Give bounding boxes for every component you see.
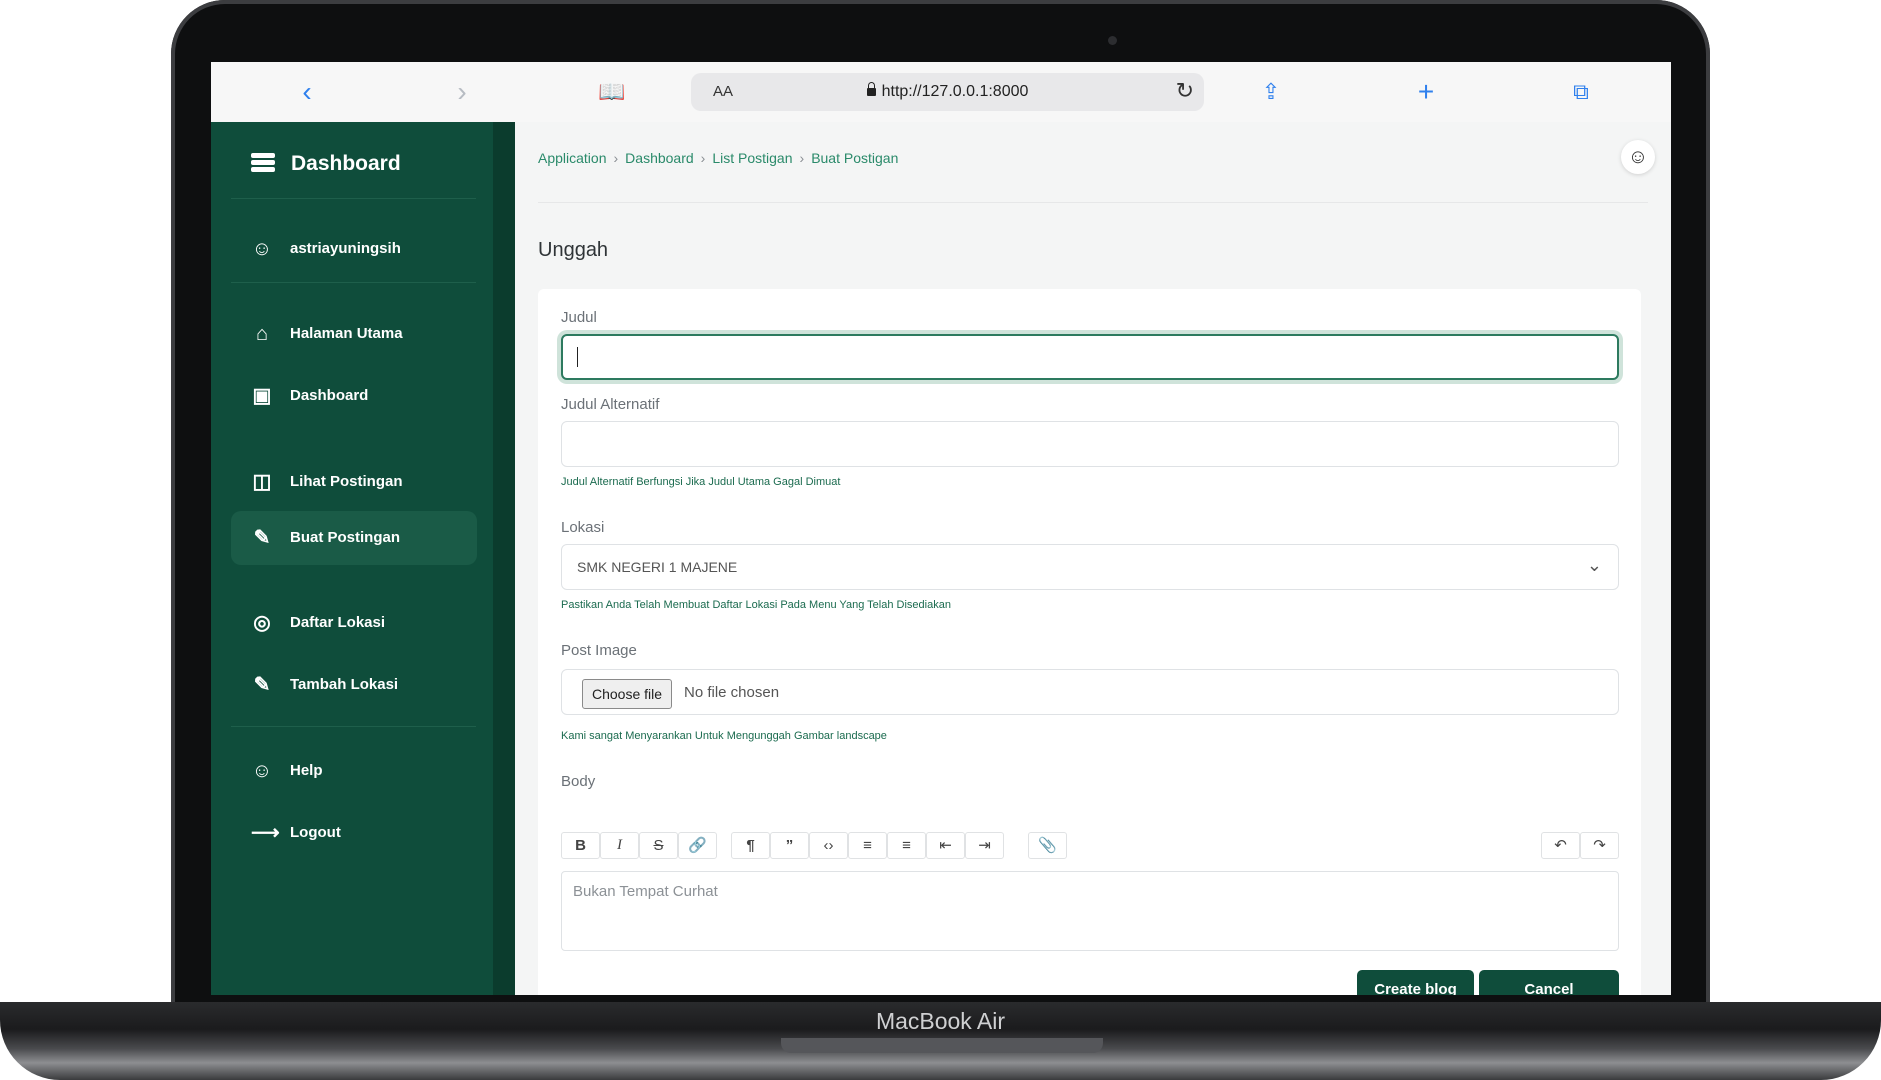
bullet-list-icon: ≡ [863,837,872,854]
chevron-down-icon: ⌄ [1586,555,1602,575]
url-text: http://127.0.0.1:8000 [881,83,1029,100]
text-caret [577,347,578,367]
reload-icon[interactable]: ↻ [1176,78,1194,104]
user-icon: ☺ [251,760,273,782]
post-image-hint: Kami sangat Menyarankan Untuk Mengunggah… [561,730,887,742]
form-card: Judul Judul Alternatif Judul Alternatif … [538,289,1641,995]
quote-button[interactable]: ” [770,832,809,859]
lokasi-hint: Pastikan Anda Telah Membuat Daftar Lokas… [561,599,951,611]
strikethrough-button[interactable]: S [639,832,678,859]
user-name: astriayuningsih [290,240,401,257]
indent-button[interactable]: ⇥ [965,832,1004,859]
redo-icon: ↷ [1593,837,1606,854]
sidebar-item-dashboard[interactable]: ▣ Dashboard [231,369,477,423]
post-image-field: Choose file No file chosen [561,669,1619,715]
post-image-label: Post Image [561,642,637,659]
redo-button[interactable]: ↷ [1580,832,1619,859]
brand-label: Dashboard [291,152,401,175]
screen: ‹ › 📖 AA http://127.0.0.1:8000 ↻ ⇪ + ⧉ D… [211,62,1671,995]
link-button[interactable]: 🔗 [678,832,717,859]
link-icon: 🔗 [688,837,707,854]
cancel-button[interactable]: Cancel [1479,970,1619,995]
judul-input[interactable] [561,334,1619,380]
new-tab-icon[interactable]: + [1410,76,1442,108]
breadcrumb-dashboard[interactable]: Dashboard [625,150,694,166]
numbered-list-button[interactable]: ≡ [887,832,926,859]
edit-icon: ✎ [253,674,271,696]
judul-alternatif-hint: Judul Alternatif Berfungsi Jika Judul Ut… [561,476,841,488]
sidebar-brand[interactable]: Dashboard [251,152,401,176]
sidebar-item-tambah-lokasi[interactable]: ✎ Tambah Lokasi [231,658,477,712]
judul-label: Judul [561,309,597,326]
italic-button[interactable]: I [600,832,639,859]
breadcrumb-list-postigan[interactable]: List Postigan [712,150,792,166]
quote-icon: ” [785,837,794,854]
sidebar-item-logout[interactable]: ⟶ Logout [231,806,477,860]
judul-alternatif-label: Judul Alternatif [561,396,660,413]
app: Dashboard ☺ astriayuningsih ⌂ Halaman Ut… [211,122,1671,995]
lokasi-selected-value: SMK NEGERI 1 MAJENE [577,559,738,575]
breadcrumb: Application › Dashboard › List Postigan › Buat… [538,150,899,166]
bookmarks-icon[interactable]: 📖 [596,76,628,108]
numbered-list-icon: ≡ [902,837,911,854]
file-status: No file chosen [684,684,780,701]
paperclip-icon: 📎 [1038,837,1057,854]
bold-button[interactable]: B [561,832,600,859]
breadcrumb-application[interactable]: Application [538,150,607,166]
sidebar-user[interactable]: ☺ astriayuningsih [231,222,477,276]
code-button[interactable]: ‹› [809,832,848,859]
page-title: Unggah [538,239,609,261]
body-placeholder: Bukan Tempat Curhat [573,883,718,900]
create-blog-button[interactable]: Create blog [1357,970,1474,995]
outdent-button[interactable]: ⇤ [926,832,965,859]
tabs-icon[interactable]: ⧉ [1565,76,1597,108]
body-label: Body [561,773,596,790]
home-icon: ⌂ [255,323,269,345]
back-icon[interactable]: ‹ [291,76,323,108]
forward-icon[interactable]: › [446,76,478,108]
edit-icon: ✎ [253,527,271,549]
lock-icon [866,82,876,96]
header-divider [538,202,1648,203]
breadcrumb-buat-postigan: Buat Postigan [811,150,899,166]
browser-toolbar: ‹ › 📖 AA http://127.0.0.1:8000 ↻ ⇪ + ⧉ [211,62,1671,123]
location-pin-icon: ◎ [253,612,271,634]
body-editor[interactable]: Bukan Tempat Curhat [561,871,1619,951]
user-icon: ☺ [1627,146,1649,168]
device-label: MacBook Air [875,1008,1006,1034]
heading-icon: ¶ [746,837,755,854]
choose-file-button[interactable]: Choose file [582,679,673,709]
user-icon: ☺ [251,238,273,260]
outdent-icon: ⇤ [939,837,952,854]
inbox-icon: ▣ [252,385,272,407]
indent-icon: ⇥ [978,837,991,854]
lokasi-label: Lokasi [561,519,605,536]
logout-icon: ⟶ [251,822,280,844]
bullet-list-button[interactable]: ≡ [848,832,887,859]
judul-alternatif-input[interactable] [561,421,1619,467]
share-icon[interactable]: ⇪ [1255,76,1287,108]
sidebar-edge [493,122,515,995]
profile-button[interactable]: ☺ [1621,140,1655,174]
attach-button[interactable]: 📎 [1028,832,1067,859]
undo-icon: ↶ [1554,837,1567,854]
main-content: Application › Dashboard › List Postigan › Buat… [515,122,1671,995]
sidebar-item-lihat-postingan[interactable]: ◫ Lihat Postingan [231,455,477,509]
laptop-notch [781,1038,1103,1053]
sidebar-item-halaman-utama[interactable]: ⌂ Halaman Utama [231,307,477,361]
sidebar: Dashboard ☺ astriayuningsih ⌂ Halaman Ut… [211,122,493,995]
code-icon: ‹› [823,837,834,854]
address-bar[interactable]: AA http://127.0.0.1:8000 ↻ [691,73,1204,111]
camera-dot [1108,36,1117,45]
undo-button[interactable]: ↶ [1541,832,1580,859]
heading-button[interactable]: ¶ [731,832,770,859]
sidebar-item-buat-postingan[interactable]: ✎ Buat Postingan [231,511,477,565]
sidebar-item-help[interactable]: ☺ Help [231,744,477,798]
sidebar-item-daftar-lokasi[interactable]: ◎ Daftar Lokasi [231,596,477,650]
layers-icon [251,153,275,173]
image-icon: ◫ [252,471,272,493]
lokasi-select[interactable]: SMK NEGERI 1 MAJENE ⌄ [561,544,1619,590]
